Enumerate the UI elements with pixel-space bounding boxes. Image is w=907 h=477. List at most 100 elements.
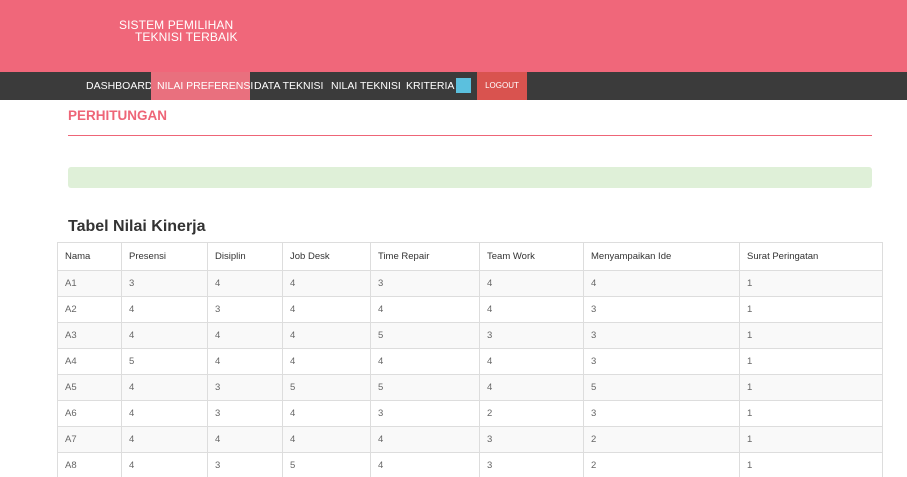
nav-item-label: DATA TEKNISI: [254, 80, 324, 92]
table-cell: 4: [121, 400, 208, 427]
table-cell: 2: [583, 452, 740, 477]
nav-item-data-teknisi[interactable]: DATA TEKNISI: [254, 72, 324, 100]
table-cell: 1: [739, 452, 883, 477]
table-row: A3 4 4 4 5 3 3 1: [57, 322, 883, 349]
table-cell: A8: [57, 452, 122, 477]
nav-item-label: DASHBOARD: [86, 80, 153, 92]
table-title: Tabel Nilai Kinerja: [68, 218, 206, 235]
nav-item-nilai-preferensi[interactable]: NILAI PREFERENSI: [151, 72, 254, 100]
table-cell: 5: [370, 374, 480, 401]
table-cell: 4: [282, 322, 371, 349]
table-cell: 5: [282, 374, 371, 401]
column-header: Presensi: [121, 242, 208, 271]
table-cell: A6: [57, 400, 122, 427]
table-cell: 4: [583, 270, 740, 297]
table-row: A4 5 4 4 4 4 3 1: [57, 348, 883, 375]
table-cell: 3: [583, 348, 740, 375]
section-divider: [68, 135, 872, 136]
table-cell: 3: [479, 426, 584, 453]
table-cell: 4: [207, 322, 283, 349]
table-cell: 4: [207, 426, 283, 453]
nav-item-kriteria[interactable]: KRITERIA: [406, 72, 455, 100]
table-cell: 3: [583, 322, 740, 349]
app-header: SISTEM PEMILIHAN TEKNISI TERBAIK: [0, 0, 907, 72]
table-cell: 4: [207, 270, 283, 297]
app-title[interactable]: SISTEM PEMILIHAN TEKNISI TERBAIK: [119, 19, 238, 43]
table-cell: 4: [479, 296, 584, 323]
table-cell: 3: [479, 452, 584, 477]
table-cell: A7: [57, 426, 122, 453]
table-cell: 4: [121, 452, 208, 477]
table-cell: 3: [207, 374, 283, 401]
table-cell: 5: [583, 374, 740, 401]
table-cell: 1: [739, 296, 883, 323]
table-cell: 2: [583, 426, 740, 453]
table-cell: 3: [583, 296, 740, 323]
column-header: Time Repair: [370, 242, 480, 271]
performance-table: Nama Presensi Disiplin Job Desk Time Repair T…: [57, 242, 883, 477]
table-cell: 4: [121, 322, 208, 349]
main-navbar: DASHBOARD NILAI PREFERENSI DATA TEKNISI …: [0, 72, 907, 100]
nav-item-label: NILAI PREFERENSI: [157, 80, 254, 92]
table-cell: 5: [121, 348, 208, 375]
table-row: A5 4 3 5 5 4 5 1: [57, 374, 883, 401]
column-header: Nama: [57, 242, 122, 271]
table-cell: 4: [282, 270, 371, 297]
table-cell: 1: [739, 400, 883, 427]
table-cell: A5: [57, 374, 122, 401]
table-cell: 3: [370, 400, 480, 427]
app-title-line2: TEKNISI TERBAIK: [135, 30, 238, 44]
column-header: Team Work: [479, 242, 584, 271]
table-cell: 1: [739, 348, 883, 375]
table-cell: 5: [282, 452, 371, 477]
nav-item-label: KRITERIA: [406, 80, 455, 92]
table-row: A1 3 4 4 3 4 4 1: [57, 270, 883, 297]
table-cell: 3: [121, 270, 208, 297]
nav-item-label: NILAI TEKNISI: [331, 80, 401, 92]
table-cell: A4: [57, 348, 122, 375]
table-row: A7 4 4 4 4 3 2 1: [57, 426, 883, 453]
column-header: Job Desk: [282, 242, 371, 271]
table-cell: 3: [583, 400, 740, 427]
table-cell: 4: [370, 426, 480, 453]
table-cell: 4: [121, 426, 208, 453]
nav-item-dashboard[interactable]: DASHBOARD: [86, 72, 153, 100]
table-cell: A3: [57, 322, 122, 349]
performance-table-container: Nama Presensi Disiplin Job Desk Time Repair T…: [57, 242, 883, 477]
section-title: PERHITUNGAN: [68, 108, 168, 123]
nav-color-swatch[interactable]: [456, 78, 471, 93]
table-cell: 1: [739, 374, 883, 401]
table-cell: 4: [282, 400, 371, 427]
table-row: A8 4 3 5 4 3 2 1: [57, 452, 883, 477]
table-cell: 3: [370, 270, 480, 297]
table-row: A2 4 3 4 4 4 3 1: [57, 296, 883, 323]
alert-bar: [68, 167, 872, 188]
column-header: Disiplin: [207, 242, 283, 271]
table-cell: 4: [479, 348, 584, 375]
table-cell: 4: [282, 426, 371, 453]
column-header: Surat Peringatan: [739, 242, 883, 271]
table-cell: 2: [479, 400, 584, 427]
column-header: Menyampaikan Ide: [583, 242, 740, 271]
nav-item-nilai-teknisi[interactable]: NILAI TEKNISI: [331, 72, 401, 100]
table-cell: 4: [121, 374, 208, 401]
table-row: A6 4 3 4 3 2 3 1: [57, 400, 883, 427]
table-cell: 4: [479, 374, 584, 401]
table-cell: 4: [282, 348, 371, 375]
table-cell: A2: [57, 296, 122, 323]
table-cell: 3: [207, 296, 283, 323]
logout-button[interactable]: LOGOUT: [477, 72, 527, 100]
table-cell: A1: [57, 270, 122, 297]
table-cell: 4: [121, 296, 208, 323]
table-cell: 4: [479, 270, 584, 297]
table-cell: 4: [282, 296, 371, 323]
table-header-row: Nama Presensi Disiplin Job Desk Time Repair T…: [57, 242, 883, 271]
table-cell: 4: [370, 452, 480, 477]
table-cell: 4: [370, 348, 480, 375]
table-cell: 4: [207, 348, 283, 375]
table-cell: 1: [739, 322, 883, 349]
table-cell: 1: [739, 270, 883, 297]
table-cell: 3: [207, 400, 283, 427]
table-cell: 1: [739, 426, 883, 453]
table-cell: 5: [370, 322, 480, 349]
